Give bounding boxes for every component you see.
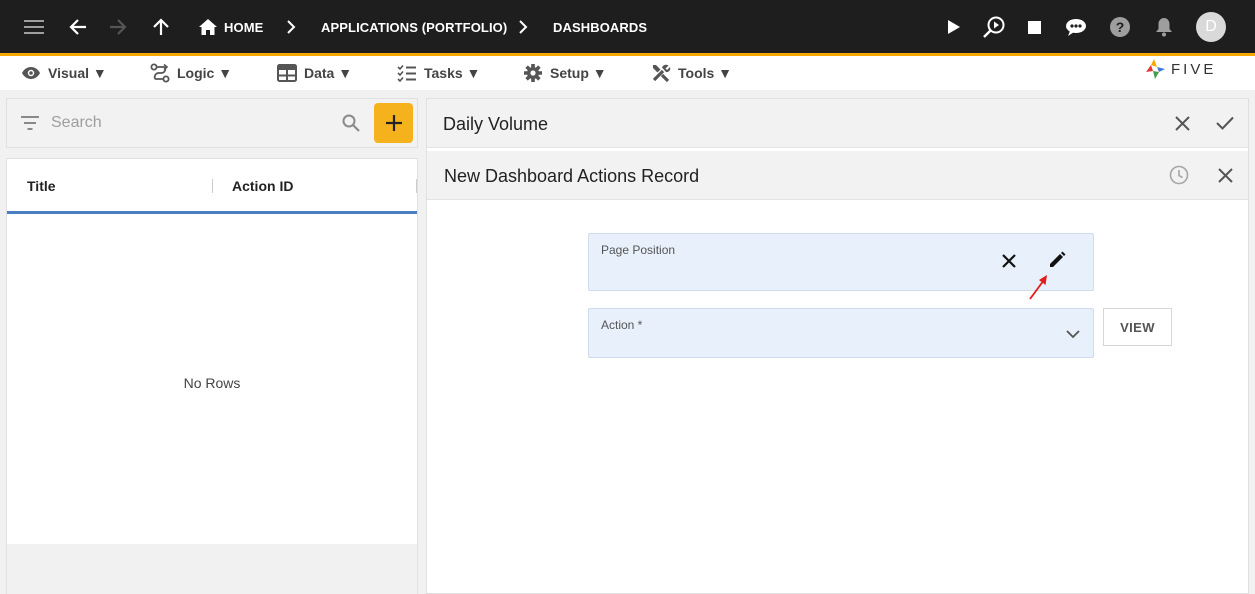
action-label: Action *	[601, 318, 643, 332]
column-divider[interactable]	[416, 179, 417, 193]
stop-icon[interactable]	[1021, 14, 1047, 40]
column-action-id[interactable]: Action ID	[232, 178, 293, 194]
breadcrumb-applications[interactable]: APPLICATIONS (PORTFOLIO)	[321, 20, 507, 35]
run-search-icon[interactable]	[981, 14, 1007, 40]
search-icon[interactable]	[342, 114, 360, 132]
close-icon[interactable]	[1213, 163, 1237, 187]
svg-text:?: ?	[1116, 19, 1125, 35]
edit-pencil-icon[interactable]	[1045, 248, 1069, 272]
menu-setup[interactable]: Setup ▼	[523, 56, 607, 90]
five-logo: FIVE	[1144, 58, 1216, 80]
five-logo-text: FIVE	[1171, 60, 1217, 78]
chevron-right-icon	[278, 14, 304, 40]
forward-arrow-icon[interactable]	[105, 14, 131, 40]
breadcrumb-home[interactable]: HOME	[224, 20, 263, 35]
back-arrow-icon[interactable]	[65, 14, 91, 40]
outer-header: Daily Volume	[427, 99, 1248, 148]
plus-icon	[385, 115, 402, 131]
checklist-icon	[397, 64, 416, 82]
grid-footer	[7, 544, 417, 594]
menu-visual[interactable]: Visual ▼	[21, 56, 107, 90]
menu-bar: Visual ▼ Logic ▼ Data ▼ Tasks ▼ Setup ▼ …	[0, 56, 1255, 90]
breadcrumb-dashboards[interactable]: DASHBOARDS	[553, 20, 647, 35]
action-select[interactable]: Action *	[588, 308, 1094, 358]
menu-tools-label: Tools ▼	[678, 65, 733, 81]
search-bar	[6, 98, 418, 148]
column-title[interactable]: Title	[27, 178, 56, 194]
home-icon[interactable]	[195, 14, 221, 40]
up-arrow-icon[interactable]	[148, 14, 174, 40]
menu-data[interactable]: Data ▼	[277, 56, 352, 90]
history-clock-icon[interactable]	[1167, 163, 1191, 187]
page-position-field[interactable]: Page Position	[588, 233, 1094, 291]
column-divider[interactable]	[212, 179, 213, 193]
clear-icon[interactable]	[997, 249, 1021, 273]
grid-header: Title Action ID	[7, 159, 417, 214]
menu-tasks-label: Tasks ▼	[424, 65, 481, 81]
view-button[interactable]: VIEW	[1103, 308, 1172, 346]
form-panel: Daily Volume New Dashboard Actions Recor…	[426, 98, 1249, 594]
no-rows-message: No Rows	[183, 375, 241, 391]
search-input[interactable]	[51, 112, 331, 134]
menu-logic-label: Logic ▼	[177, 65, 233, 81]
check-icon[interactable]	[1213, 111, 1237, 135]
play-icon[interactable]	[941, 14, 967, 40]
logic-flow-icon	[150, 63, 170, 83]
menu-logic[interactable]: Logic ▼	[150, 56, 232, 90]
help-icon[interactable]: ?	[1107, 14, 1133, 40]
menu-data-label: Data ▼	[304, 65, 353, 81]
page-position-label: Page Position	[601, 243, 676, 257]
form-title: New Dashboard Actions Record	[444, 166, 700, 186]
chevron-down-icon[interactable]	[1061, 322, 1085, 346]
menu-tools[interactable]: Tools ▼	[651, 56, 732, 90]
hamburger-menu-icon[interactable]	[21, 14, 47, 40]
records-grid: Title Action ID No Rows	[6, 158, 418, 594]
five-logo-icon	[1146, 59, 1165, 79]
outer-title: Daily Volume	[443, 114, 549, 134]
top-bar: HOME APPLICATIONS (PORTFOLIO) DASHBOARDS…	[0, 0, 1255, 56]
menu-setup-label: Setup ▼	[550, 65, 607, 81]
bell-icon[interactable]	[1151, 14, 1177, 40]
form-header: New Dashboard Actions Record	[427, 151, 1248, 200]
chat-bot-icon[interactable]	[1063, 14, 1089, 40]
tools-icon	[652, 64, 671, 83]
eye-icon	[22, 67, 40, 79]
table-icon	[277, 64, 297, 82]
filter-icon[interactable]	[21, 116, 39, 130]
chevron-right-icon	[510, 14, 536, 40]
menu-tasks[interactable]: Tasks ▼	[397, 56, 480, 90]
add-button[interactable]	[374, 103, 413, 143]
annotation-arrow-icon	[1029, 275, 1047, 300]
menu-visual-label: Visual ▼	[48, 65, 107, 81]
close-icon[interactable]	[1170, 111, 1194, 135]
gear-icon	[524, 64, 542, 82]
avatar[interactable]: D	[1196, 12, 1226, 42]
